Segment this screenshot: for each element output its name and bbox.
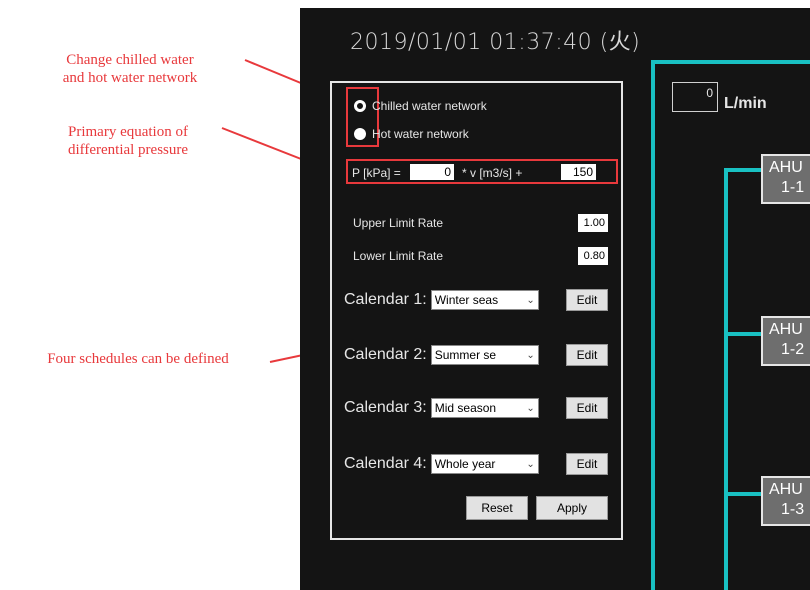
radio-chilled-network[interactable]: Chilled water network: [354, 99, 487, 113]
upper-limit-input[interactable]: 1.00: [578, 214, 608, 232]
app-screen: 2019/01/01 01:37:40 (火) Chilled water ne…: [300, 8, 810, 590]
radio-hot-label: Hot water network: [372, 127, 469, 141]
pipe-main-vertical: [651, 60, 655, 590]
ahu-label: AHU: [769, 481, 803, 498]
annotation-line: Primary equation of: [68, 124, 188, 140]
datetime-display: 2019/01/01 01:37:40 (火): [350, 30, 641, 55]
calendar-label: Calendar 3:: [344, 399, 427, 416]
calendar-select[interactable]: Whole year ⌄: [430, 454, 539, 474]
pipe-branch-vertical: [724, 168, 728, 590]
ahu-number: 1-2: [781, 341, 805, 358]
calendar-select-value: Winter seas: [434, 293, 499, 307]
pipe-branch-1: [724, 168, 764, 172]
pipe-top-horizontal: [651, 60, 810, 64]
chevron-down-icon: ⌄: [526, 349, 535, 361]
ahu-number: 1-3: [781, 501, 805, 518]
calendar-label: Calendar 2:: [344, 346, 427, 363]
calendar-row-1: Calendar 1: Winter seas ⌄: [344, 289, 539, 311]
radio-unselected-icon[interactable]: [354, 128, 366, 140]
equation-prefix: P [kPa] =: [352, 166, 401, 180]
ahu-label: AHU: [769, 321, 803, 338]
apply-button[interactable]: Apply: [536, 496, 608, 520]
calendar-select-value: Summer se: [434, 348, 497, 362]
chevron-down-icon: ⌄: [526, 294, 535, 306]
ahu-unit-3[interactable]: AHU 1-3: [761, 476, 810, 526]
calendar-label: Calendar 1:: [344, 291, 427, 308]
equation-const-input[interactable]: 150: [561, 164, 596, 180]
equation-middle: * v [m3/s] +: [462, 166, 523, 180]
ahu-number: 1-1: [781, 179, 805, 196]
equation-coef-input[interactable]: 0: [410, 164, 454, 180]
equation-row: P [kPa] = 0 * v [m3/s] + 150: [346, 159, 618, 184]
annotation-line: and hot water network: [62, 70, 198, 86]
settings-panel: Chilled water network Hot water network …: [330, 81, 623, 540]
calendar-select[interactable]: Summer se ⌄: [430, 345, 539, 365]
annotation-line: differential pressure: [67, 142, 189, 158]
calendar-edit-button[interactable]: Edit: [566, 289, 608, 311]
annotation-line: Change chilled water: [66, 52, 194, 68]
calendar-edit-button[interactable]: Edit: [566, 344, 608, 366]
lower-limit-input[interactable]: 0.80: [578, 247, 608, 265]
upper-limit-label: Upper Limit Rate: [353, 216, 444, 230]
calendar-edit-button[interactable]: Edit: [566, 397, 608, 419]
radio-selected-icon[interactable]: [354, 100, 366, 112]
ahu-label: AHU: [769, 159, 803, 176]
radio-hot-network[interactable]: Hot water network: [354, 127, 469, 141]
calendar-select[interactable]: Winter seas ⌄: [430, 290, 539, 310]
annotation-line: Four schedules can be defined: [47, 351, 229, 367]
calendar-row-3: Calendar 3: Mid season ⌄: [344, 397, 539, 419]
calendar-select-value: Mid season: [434, 401, 497, 415]
ahu-unit-1[interactable]: AHU 1-1: [761, 154, 810, 204]
radio-chilled-label: Chilled water network: [372, 99, 487, 113]
calendar-row-4: Calendar 4: Whole year ⌄: [344, 453, 539, 475]
chevron-down-icon: ⌄: [526, 458, 535, 470]
reset-button[interactable]: Reset: [466, 496, 528, 520]
annotation-schedules: Four schedules can be defined: [8, 350, 268, 368]
annotation-primary-equation: Primary equation of differential pressur…: [38, 123, 218, 159]
flow-unit-label: L/min: [724, 95, 767, 112]
annotation-change-network: Change chilled water and hot water netwo…: [20, 51, 240, 87]
calendar-select[interactable]: Mid season ⌄: [430, 398, 539, 418]
calendar-edit-button[interactable]: Edit: [566, 453, 608, 475]
lower-limit-label: Lower Limit Rate: [353, 249, 444, 263]
pipe-branch-2: [724, 332, 764, 336]
flow-value-display: 0: [672, 82, 718, 112]
calendar-row-2: Calendar 2: Summer se ⌄: [344, 344, 539, 366]
calendar-label: Calendar 4:: [344, 455, 427, 472]
chevron-down-icon: ⌄: [526, 402, 535, 414]
pipe-branch-3: [724, 492, 764, 496]
calendar-select-value: Whole year: [434, 457, 496, 471]
ahu-unit-2[interactable]: AHU 1-2: [761, 316, 810, 366]
